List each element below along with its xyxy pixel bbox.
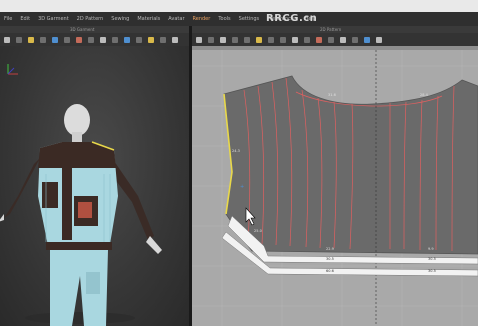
fold-arrangement-icon[interactable] [328,36,334,43]
site-watermark: RRCG.cn [266,13,318,24]
segment-label: 25.0 [254,229,262,233]
notch-marker: + [240,184,244,190]
menu-item-edit[interactable]: Edit [20,16,30,22]
side-pocket [42,182,58,208]
zipper-tool-icon[interactable] [160,36,166,43]
panel-header-3d: 3D Garment [0,26,189,33]
select-tool-icon[interactable] [4,36,10,43]
segment-label: 30.5 [326,257,334,261]
panel-title-2d: 2D Pattern [320,27,342,32]
menu-item-3d-garment[interactable]: 3D Garment [38,16,69,22]
dart-tool-icon[interactable] [268,36,274,43]
seam-tool-icon[interactable] [280,36,286,43]
toolbar-2d [192,33,478,46]
simulate-tool-icon[interactable] [52,36,58,43]
pattern-window-2d[interactable]: + 31.6 28.4 24.3 25.0 22.9 9.9 30.5 30.5… [192,46,478,326]
right-hand [146,236,162,254]
camera-tool-icon[interactable] [112,36,118,43]
eye-tool-icon[interactable] [376,36,382,43]
front-placket [62,150,72,240]
segment-label: 9.9 [428,247,434,251]
axis-gizmo-icon [7,64,18,75]
rectangle-tool-icon[interactable] [232,36,238,43]
segment-label: 28.4 [420,93,429,97]
segment-label: 31.6 [328,93,336,97]
polygon-tool-icon[interactable] [220,36,226,43]
segment-label: 60.6 [326,269,334,273]
menu-item-file[interactable]: File [4,16,12,22]
avatar-tool-icon[interactable] [100,36,106,43]
pocket-accent [78,202,92,218]
transform-pattern-icon[interactable] [196,36,202,43]
segment-label: 22.9 [326,247,334,251]
segment-label: 30.5 [428,269,436,273]
tack-tool-icon[interactable] [316,36,322,43]
left-sleeve [4,158,40,218]
menu-item-materials[interactable]: Materials [137,16,160,22]
edit-pattern-icon[interactable] [208,36,214,43]
texture-tool-icon[interactable] [88,36,94,43]
layer-tool-icon[interactable] [136,36,142,43]
segment-label: 24.3 [232,149,240,153]
pants-pocket [86,272,100,294]
menu-bar: File Edit 3D Garment 2D Pattern Sewing M… [0,12,478,26]
viewport-3d[interactable] [0,46,189,326]
button-tool-icon[interactable] [148,36,154,43]
menu-item-tools[interactable]: Tools [218,16,230,22]
pattern-ruler [192,46,478,50]
circle-tool-icon[interactable] [244,36,250,43]
measure-tool-icon[interactable] [76,36,82,43]
floor-shadow [25,312,135,324]
sew-tool-icon[interactable] [64,36,70,43]
panel-header-2d: 2D Pattern [192,26,478,33]
pattern-canvas[interactable]: + 31.6 28.4 24.3 25.0 22.9 9.9 30.5 30.5… [192,46,478,326]
menu-item-avatar[interactable]: Avatar [168,16,184,22]
internal-line-icon[interactable] [256,36,262,43]
fold-tool-icon[interactable] [28,36,34,43]
panel-title-3d: 3D Garment [70,27,95,32]
title-strip [0,0,478,12]
left-hand [0,214,4,222]
zoom-tool-icon[interactable] [364,36,370,43]
menu-item-settings[interactable]: Settings [239,16,260,22]
view-tool-icon[interactable] [172,36,178,43]
menu-item-render[interactable]: Render [193,16,211,22]
free-sewing-icon[interactable] [304,36,310,43]
avatar-model[interactable] [0,46,189,326]
move-tool-icon[interactable] [16,36,22,43]
jacket-hem [46,242,112,250]
symmetry-tool-icon[interactable] [352,36,358,43]
menu-item-2d-pattern[interactable]: 2D Pattern [77,16,104,22]
segment-label: 30.5 [428,257,436,261]
menu-item-sewing[interactable]: Sewing [111,16,129,22]
segment-sewing-icon[interactable] [292,36,298,43]
render-tool-icon[interactable] [124,36,130,43]
grid-tool-icon[interactable] [340,36,346,43]
avatar-head [64,104,90,136]
toolbar-3d [0,33,189,46]
pin-tool-icon[interactable] [40,36,46,43]
